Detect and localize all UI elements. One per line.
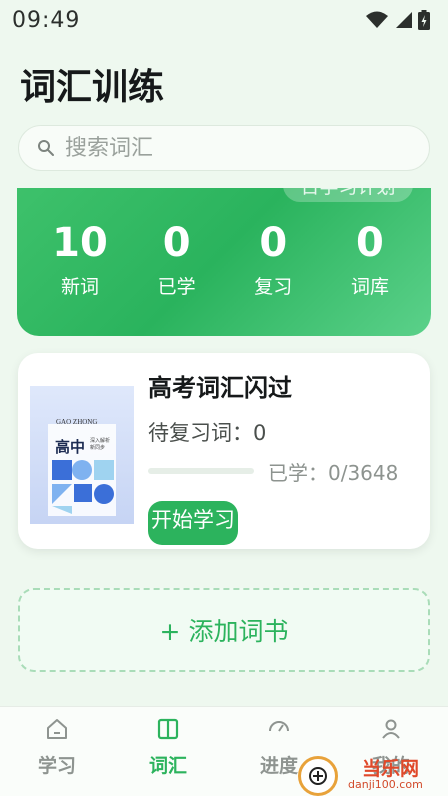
stat-word-bank[interactable]: 0 词库: [325, 218, 415, 299]
watermark-icon: [298, 756, 338, 796]
status-icons: [366, 10, 430, 30]
stat-value: 10: [52, 220, 108, 266]
plus-icon: [309, 767, 327, 785]
stat-value: 0: [259, 220, 288, 266]
book-card[interactable]: GAO ZHONG 高中 深入解析 新同步 高考词汇闪过 待复习词：0 已学：0…: [18, 353, 430, 549]
nav-item-vocabulary[interactable]: 词汇: [123, 717, 213, 796]
content-scroll[interactable]: 日学习计划 10 新词 0 已学 0 复习 0 词库: [0, 188, 448, 704]
book-cover-image: GAO ZHONG 高中 深入解析 新同步: [30, 386, 134, 524]
stat-review[interactable]: 0 复习: [228, 218, 318, 299]
status-time: 09:49: [12, 7, 81, 33]
stat-learned[interactable]: 0 已学: [132, 218, 222, 299]
signal-icon: [396, 12, 412, 28]
page-title: 词汇训练: [20, 67, 165, 108]
search-icon: [38, 140, 54, 156]
home-icon: [47, 719, 67, 739]
stat-new-words[interactable]: 10 新词: [35, 218, 125, 299]
stat-value: 0: [162, 220, 191, 266]
stat-label: 复习: [254, 276, 293, 298]
wifi-icon: [366, 11, 388, 28]
learned-count: 已学：0/3648: [268, 461, 399, 485]
battery-icon: [418, 10, 430, 30]
stat-label: 已学: [157, 276, 196, 298]
book-title: 高考词汇闪过: [148, 374, 292, 402]
daily-plan-button[interactable]: 日学习计划: [283, 188, 413, 202]
cover-top-text: GAO ZHONG: [56, 418, 98, 426]
watermark-url: danji100.com: [348, 778, 423, 791]
search-bar[interactable]: [18, 125, 430, 171]
book-icon: [157, 718, 179, 740]
start-learning-button[interactable]: 开始学习: [148, 501, 238, 545]
gauge-icon: [269, 721, 289, 732]
learning-progress-bar: [148, 468, 254, 474]
nav-label: 词汇: [148, 755, 187, 777]
nav-label: 学习: [37, 755, 76, 777]
add-book-button[interactable]: + 添加词书: [18, 588, 430, 672]
cover-title: 高中: [55, 438, 86, 456]
stat-value: 0: [356, 220, 384, 266]
stats-card: 日学习计划 10 新词 0 已学 0 复习 0 词库: [17, 188, 431, 336]
nav-label: 进度: [259, 755, 298, 777]
stats-row: 10 新词 0 已学 0 复习 0 词库: [35, 218, 415, 299]
status-bar: 09:49: [0, 0, 448, 40]
review-count: 待复习词：0: [148, 421, 267, 445]
stat-label: 新词: [60, 276, 99, 298]
cover-subtitle: 深入解析 新同步: [90, 438, 111, 451]
watermark-logo: 当乐网 danji100.com: [298, 752, 448, 796]
stat-label: 词库: [350, 276, 389, 298]
user-icon: [382, 719, 400, 739]
nav-item-study[interactable]: 学习: [12, 717, 102, 796]
watermark-text: 当乐网: [362, 758, 420, 780]
search-input[interactable]: [65, 135, 395, 161]
